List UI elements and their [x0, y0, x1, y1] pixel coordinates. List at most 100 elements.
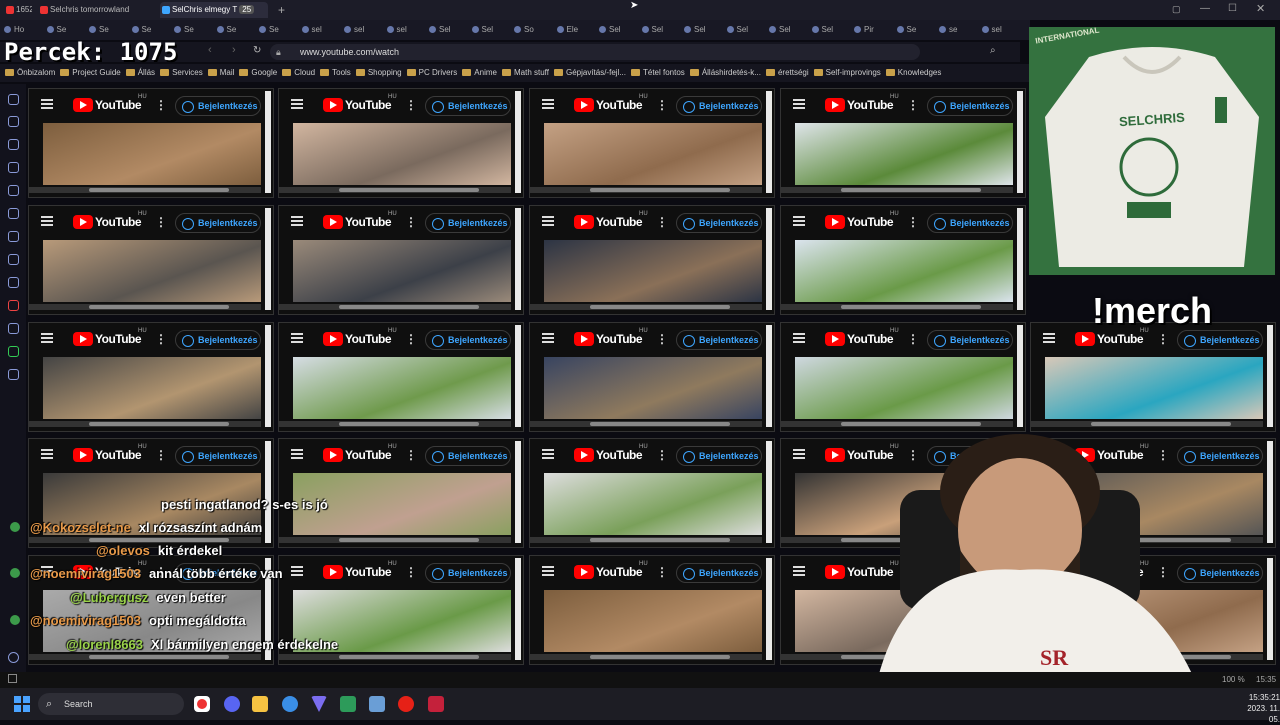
- pinned-tab[interactable]: Sel: [429, 24, 451, 36]
- bookmark-icon[interactable]: [8, 94, 19, 105]
- sign-in-button[interactable]: Bejelentkezés: [425, 446, 511, 466]
- youtube-window[interactable]: YouTubeHU ⋮ Bejelentkezés: [529, 555, 775, 665]
- sign-in-button[interactable]: Bejelentkezés: [676, 563, 762, 583]
- search-icon[interactable]: ⌕: [990, 45, 996, 56]
- bookmark-folder[interactable]: Álláshirdetés-k...: [689, 64, 761, 82]
- sign-in-button[interactable]: Bejelentkezés: [676, 213, 762, 233]
- pinned-tab[interactable]: Ho: [4, 24, 24, 36]
- video-player[interactable]: [293, 240, 511, 302]
- bookmark-folder[interactable]: Shopping: [355, 64, 402, 82]
- pinned-tab[interactable]: Se: [174, 24, 194, 36]
- youtube-logo-icon[interactable]: [574, 565, 594, 579]
- youtube-logo-icon[interactable]: [323, 448, 343, 462]
- vertical-scrollbar[interactable]: [766, 441, 772, 543]
- youtube-logo-icon[interactable]: [73, 215, 93, 229]
- sign-in-button[interactable]: Bejelentkezés: [425, 330, 511, 350]
- pinned-tab[interactable]: sel: [301, 24, 322, 36]
- video-player[interactable]: [43, 357, 261, 419]
- bookmark-folder[interactable]: Services: [160, 64, 203, 82]
- horizontal-scrollbar[interactable]: [530, 537, 762, 543]
- pinned-tab[interactable]: Sel: [641, 24, 663, 36]
- vertical-scrollbar[interactable]: [515, 91, 521, 193]
- more-options-icon[interactable]: ⋮: [155, 332, 167, 346]
- hamburger-menu-icon[interactable]: [41, 99, 53, 109]
- bookmark-folder[interactable]: Project Guide: [60, 64, 121, 82]
- pinned-tab[interactable]: sel: [344, 24, 364, 36]
- hamburger-menu-icon[interactable]: [542, 216, 554, 226]
- pinned-tab[interactable]: Sel: [769, 24, 791, 36]
- vertical-scrollbar[interactable]: [766, 91, 772, 193]
- hamburger-menu-icon[interactable]: [291, 449, 303, 459]
- reload-icon[interactable]: ↻: [253, 45, 261, 56]
- pinned-tab[interactable]: Se: [216, 24, 236, 36]
- youtube-logo-icon[interactable]: [323, 215, 343, 229]
- pinned-tab[interactable]: So: [514, 24, 534, 36]
- youtube-window[interactable]: YouTubeHU ⋮ Bejelentkezés: [28, 205, 274, 315]
- taskbar-search[interactable]: ⌕ Search: [38, 693, 184, 715]
- pinned-tab[interactable]: Sel: [684, 24, 706, 36]
- youtube-app-icon[interactable]: [398, 696, 414, 712]
- bookmark-folder[interactable]: Knowledges: [885, 64, 941, 82]
- wiki-icon[interactable]: [8, 254, 19, 265]
- youtube-logo-icon[interactable]: [825, 215, 845, 229]
- youtube-window[interactable]: YouTubeHU ⋮ Bejelentkezés: [780, 205, 1026, 315]
- bookmark-folder[interactable]: Tools: [320, 64, 351, 82]
- reader-icon[interactable]: [8, 116, 19, 127]
- vertical-scrollbar[interactable]: [766, 558, 772, 660]
- discord-icon[interactable]: [224, 696, 240, 712]
- horizontal-scrollbar[interactable]: [781, 304, 1013, 310]
- hamburger-menu-icon[interactable]: [291, 566, 303, 576]
- sign-in-button[interactable]: Bejelentkezés: [927, 330, 1013, 350]
- vertical-scrollbar[interactable]: [1267, 325, 1273, 427]
- more-options-icon[interactable]: ⋮: [405, 448, 417, 462]
- vertical-scrollbar[interactable]: [515, 558, 521, 660]
- video-player[interactable]: [293, 357, 511, 419]
- pinned-tab[interactable]: Se: [259, 24, 279, 36]
- sign-in-button[interactable]: Bejelentkezés: [676, 446, 762, 466]
- horizontal-scrollbar[interactable]: [279, 537, 511, 543]
- horizontal-scrollbar[interactable]: [279, 304, 511, 310]
- sign-in-button[interactable]: Bejelentkezés: [425, 563, 511, 583]
- more-options-icon[interactable]: ⋮: [155, 215, 167, 229]
- sign-in-button[interactable]: Bejelentkezés: [927, 213, 1013, 233]
- bookmark-folder[interactable]: PC Drivers: [406, 64, 457, 82]
- file-explorer-icon[interactable]: [252, 696, 268, 712]
- youtube-window[interactable]: YouTubeHU ⋮ Bejelentkezés: [529, 322, 775, 432]
- start-icon[interactable]: [14, 696, 30, 712]
- hamburger-menu-icon[interactable]: [793, 449, 805, 459]
- bird-icon[interactable]: [8, 277, 19, 288]
- vertical-scrollbar[interactable]: [265, 91, 271, 193]
- pinned-tab[interactable]: Se: [131, 24, 151, 36]
- bookmark-folder[interactable]: Cloud: [282, 64, 315, 82]
- photos-icon[interactable]: [369, 696, 385, 712]
- horizontal-scrollbar[interactable]: [29, 187, 261, 193]
- vertical-scrollbar[interactable]: [265, 208, 271, 310]
- horizontal-scrollbar[interactable]: [530, 304, 762, 310]
- media-icon[interactable]: [8, 300, 19, 311]
- sign-in-button[interactable]: Bejelentkezés: [1177, 330, 1263, 350]
- sign-in-button[interactable]: Bejelentkezés: [175, 330, 261, 350]
- hamburger-menu-icon[interactable]: [291, 99, 303, 109]
- youtube-logo-icon[interactable]: [73, 448, 93, 462]
- hamburger-menu-icon[interactable]: [41, 333, 53, 343]
- bookmark-folder[interactable]: Gépjavítás/-fejl...: [553, 64, 626, 82]
- pinned-tab[interactable]: Sel: [811, 24, 833, 36]
- pinned-tab[interactable]: Se: [896, 24, 916, 36]
- more-options-icon[interactable]: ⋮: [907, 332, 919, 346]
- hamburger-menu-icon[interactable]: [793, 333, 805, 343]
- pinned-tab[interactable]: Se: [89, 24, 109, 36]
- video-player[interactable]: [544, 473, 762, 535]
- calendar-icon[interactable]: [8, 231, 19, 242]
- tab-1652[interactable]: 1652: [4, 2, 32, 18]
- youtube-logo-icon[interactable]: [574, 332, 594, 346]
- hamburger-menu-icon[interactable]: [291, 333, 303, 343]
- bookmark-folder[interactable]: Mail: [207, 64, 234, 82]
- horizontal-scrollbar[interactable]: [29, 654, 261, 660]
- pinned-tab[interactable]: Sel: [599, 24, 621, 36]
- video-player[interactable]: [544, 357, 762, 419]
- sign-in-button[interactable]: Bejelentkezés: [175, 213, 261, 233]
- video-player[interactable]: [795, 123, 1013, 185]
- sign-in-button[interactable]: Bejelentkezés: [676, 96, 762, 116]
- vertical-scrollbar[interactable]: [515, 325, 521, 427]
- more-options-icon[interactable]: ⋮: [907, 215, 919, 229]
